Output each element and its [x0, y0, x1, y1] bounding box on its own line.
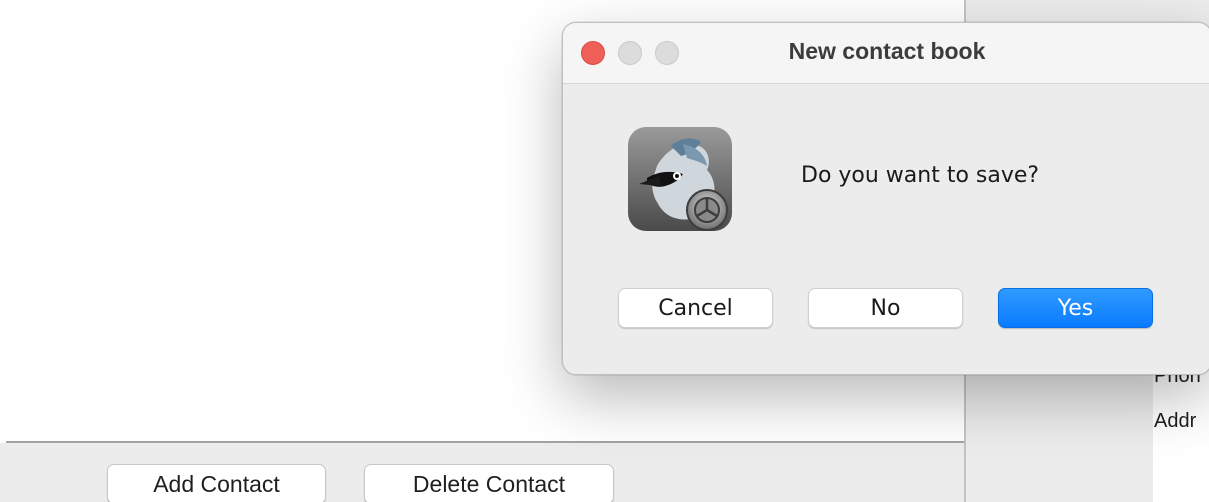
save-dialog: New contact book Do you want to save? Ca… — [562, 22, 1209, 375]
java-bird-app-icon — [628, 127, 732, 231]
dialog-titlebar[interactable]: New contact book — [563, 23, 1209, 84]
no-button[interactable]: No — [808, 288, 963, 328]
add-contact-button[interactable]: Add Contact — [107, 464, 326, 502]
dialog-title: New contact book — [788, 38, 986, 64]
delete-contact-button[interactable]: Delete Contact — [364, 464, 614, 502]
screen: Phon Addr Add Contact Delete Contact New… — [0, 0, 1209, 502]
dialog-message: Do you want to save? — [801, 163, 1040, 188]
yes-button[interactable]: Yes — [998, 288, 1153, 328]
cancel-button[interactable]: Cancel — [618, 288, 773, 328]
address-label: Addr — [1154, 410, 1197, 432]
